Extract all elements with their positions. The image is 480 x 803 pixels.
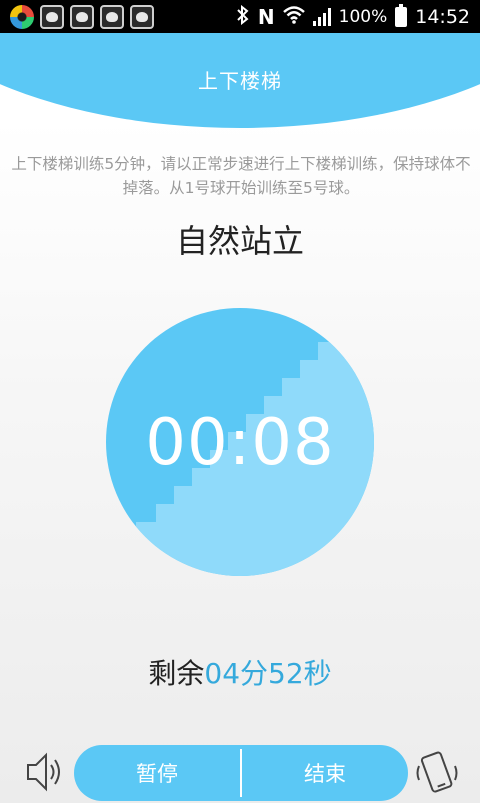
baidu-notification-icon	[100, 4, 124, 29]
header: 上下楼梯	[0, 33, 480, 133]
baidu-notification-icon	[40, 4, 64, 29]
battery-icon	[395, 3, 408, 27]
remaining-label: 剩余	[148, 657, 205, 690]
notification-icons	[0, 4, 154, 29]
remaining-time: 剩余04分52秒	[0, 652, 480, 692]
signal-icon	[312, 7, 331, 26]
page-title: 上下楼梯	[198, 69, 282, 93]
nfc-icon: N	[257, 4, 275, 29]
vibrate-icon[interactable]	[414, 748, 460, 798]
speaker-icon[interactable]	[22, 748, 64, 796]
baidu-notification-icon	[130, 4, 154, 29]
instructions-text: 上下楼梯训练5分钟，请以正常步速进行上下楼梯训练，保持球体不掉落。从1号球开始训…	[11, 155, 471, 197]
end-button[interactable]: 结束	[242, 745, 408, 801]
timer-circle: 00:08	[106, 308, 374, 576]
pose-label: 自然站立	[175, 222, 304, 260]
elapsed-timer: 00:08	[145, 406, 335, 480]
app-notification-icon	[10, 4, 34, 29]
baidu-notification-icon	[70, 4, 94, 29]
clock: 14:52	[415, 5, 470, 28]
pause-button[interactable]: 暂停	[74, 745, 240, 801]
wifi-icon	[282, 5, 305, 28]
status-bar: N 100% 14:52	[0, 0, 480, 33]
remaining-value: 04分52秒	[204, 657, 332, 690]
control-buttons: 暂停 结束	[74, 745, 408, 801]
status-indicators: N 100% 14:52	[236, 3, 480, 29]
bluetooth-icon	[236, 4, 250, 29]
battery-percent: 100%	[338, 6, 388, 27]
